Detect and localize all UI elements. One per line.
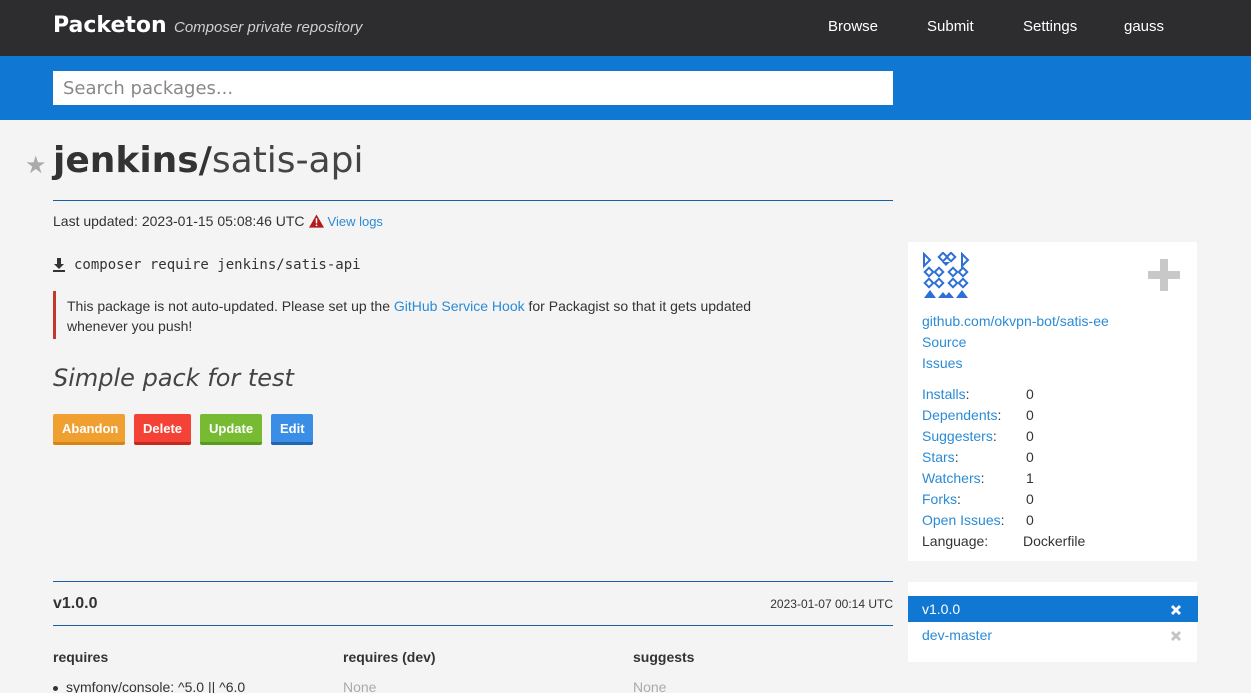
stat-open-issues: Open Issues:	[922, 512, 1005, 528]
version-date: 2023-01-07 00:14 UTC	[770, 597, 893, 611]
installs-link[interactable]: Installs	[922, 386, 966, 402]
auto-update-notice: This package is not auto-updated. Please…	[53, 291, 813, 339]
view-logs-link[interactable]: View logs	[328, 214, 383, 229]
delete-version-icon[interactable]	[1170, 604, 1182, 616]
version-label: v1.0.0	[922, 601, 961, 617]
suggesters-value: 0	[1026, 428, 1034, 444]
package-vendor: jenkins/	[53, 140, 212, 181]
version-divider-bottom	[53, 625, 893, 626]
version-item-active[interactable]: v1.0.0	[908, 596, 1198, 622]
dependents-value: 0	[1026, 407, 1034, 423]
stat-stars: Stars:	[922, 449, 959, 465]
update-button[interactable]: Update	[200, 414, 262, 445]
versions-panel: v1.0.0 dev-master	[908, 582, 1198, 662]
dependency-link[interactable]: symfony/console: ^5.0 || ^6.0	[66, 679, 245, 693]
avatar	[922, 252, 970, 300]
dependents-link[interactable]: Dependents	[922, 407, 998, 423]
stat-dependents: Dependents:	[922, 407, 1002, 423]
version-title: v1.0.0	[53, 595, 98, 612]
nav-submit[interactable]: Submit	[927, 18, 974, 35]
requires-dev-none: None	[343, 679, 377, 693]
download-icon	[53, 258, 65, 272]
requires-dev-heading: requires (dev)	[343, 649, 436, 665]
forks-link[interactable]: Forks	[922, 491, 957, 507]
top-navbar: Packeton Composer private repository Bro…	[0, 0, 1251, 56]
stat-watchers: Watchers:	[922, 470, 985, 486]
issues-link[interactable]: Issues	[922, 355, 962, 371]
package-info-panel: github.com/okvpn-bot/satis-ee Source Iss…	[908, 242, 1197, 561]
open-issues-link[interactable]: Open Issues	[922, 512, 1001, 528]
nav-browse[interactable]: Browse	[828, 18, 878, 35]
repository-link[interactable]: github.com/okvpn-bot/satis-ee	[922, 313, 1109, 329]
suggests-none: None	[633, 679, 667, 693]
tagline: Composer private repository	[174, 19, 363, 36]
language-value: Dockerfile	[1023, 533, 1086, 549]
package-description: Simple pack for test	[53, 364, 294, 392]
plus-icon[interactable]	[1148, 259, 1180, 291]
last-updated: Last updated: 2023-01-15 05:08:46 UTC Vi…	[53, 213, 383, 229]
brand-logo[interactable]: Packeton	[53, 13, 167, 38]
suggesters-link[interactable]: Suggesters	[922, 428, 993, 444]
search-band	[0, 56, 1251, 120]
forks-value: 0	[1026, 491, 1034, 507]
requires-item: symfony/console: ^5.0 || ^6.0	[53, 679, 245, 693]
title-divider	[53, 200, 893, 201]
stat-forks: Forks:	[922, 491, 961, 507]
requires-heading: requires	[53, 649, 109, 665]
source-link[interactable]: Source	[922, 334, 966, 350]
stat-suggesters: Suggesters:	[922, 428, 997, 444]
language-label: Language:	[922, 533, 989, 549]
notice-text-before: This package is not auto-updated. Please…	[67, 298, 394, 314]
warning-icon	[308, 214, 324, 228]
nav-settings[interactable]: Settings	[1023, 18, 1077, 35]
open-issues-value: 0	[1026, 512, 1034, 528]
bullet	[53, 685, 58, 691]
suggests-heading: suggests	[633, 649, 695, 665]
stat-installs: Installs:	[922, 386, 970, 402]
star-icon[interactable]: ★	[25, 151, 47, 180]
watchers-value: 1	[1026, 470, 1034, 486]
installs-value: 0	[1026, 386, 1034, 402]
version-divider-top	[53, 581, 893, 582]
edit-button[interactable]: Edit	[271, 414, 313, 445]
service-hook-link[interactable]: GitHub Service Hook	[394, 298, 525, 314]
search-input[interactable]	[53, 71, 893, 105]
last-updated-value: 2023-01-15 05:08:46 UTC	[141, 213, 305, 229]
delete-button[interactable]: Delete	[134, 414, 191, 445]
composer-require[interactable]: composer require jenkins/satis-api	[53, 257, 361, 273]
stars-link[interactable]: Stars	[922, 449, 955, 465]
abandon-button[interactable]: Abandon	[53, 414, 125, 445]
package-title: jenkins/satis-api	[53, 140, 363, 181]
package-name: satis-api	[211, 140, 364, 181]
delete-version-icon[interactable]	[1170, 630, 1182, 642]
watchers-link[interactable]: Watchers	[922, 470, 981, 486]
last-updated-label: Last updated:	[53, 213, 138, 229]
require-command: composer require jenkins/satis-api	[74, 257, 361, 273]
version-item[interactable]: dev-master	[922, 627, 992, 643]
nav-user[interactable]: gauss	[1124, 18, 1164, 35]
stars-value: 0	[1026, 449, 1034, 465]
